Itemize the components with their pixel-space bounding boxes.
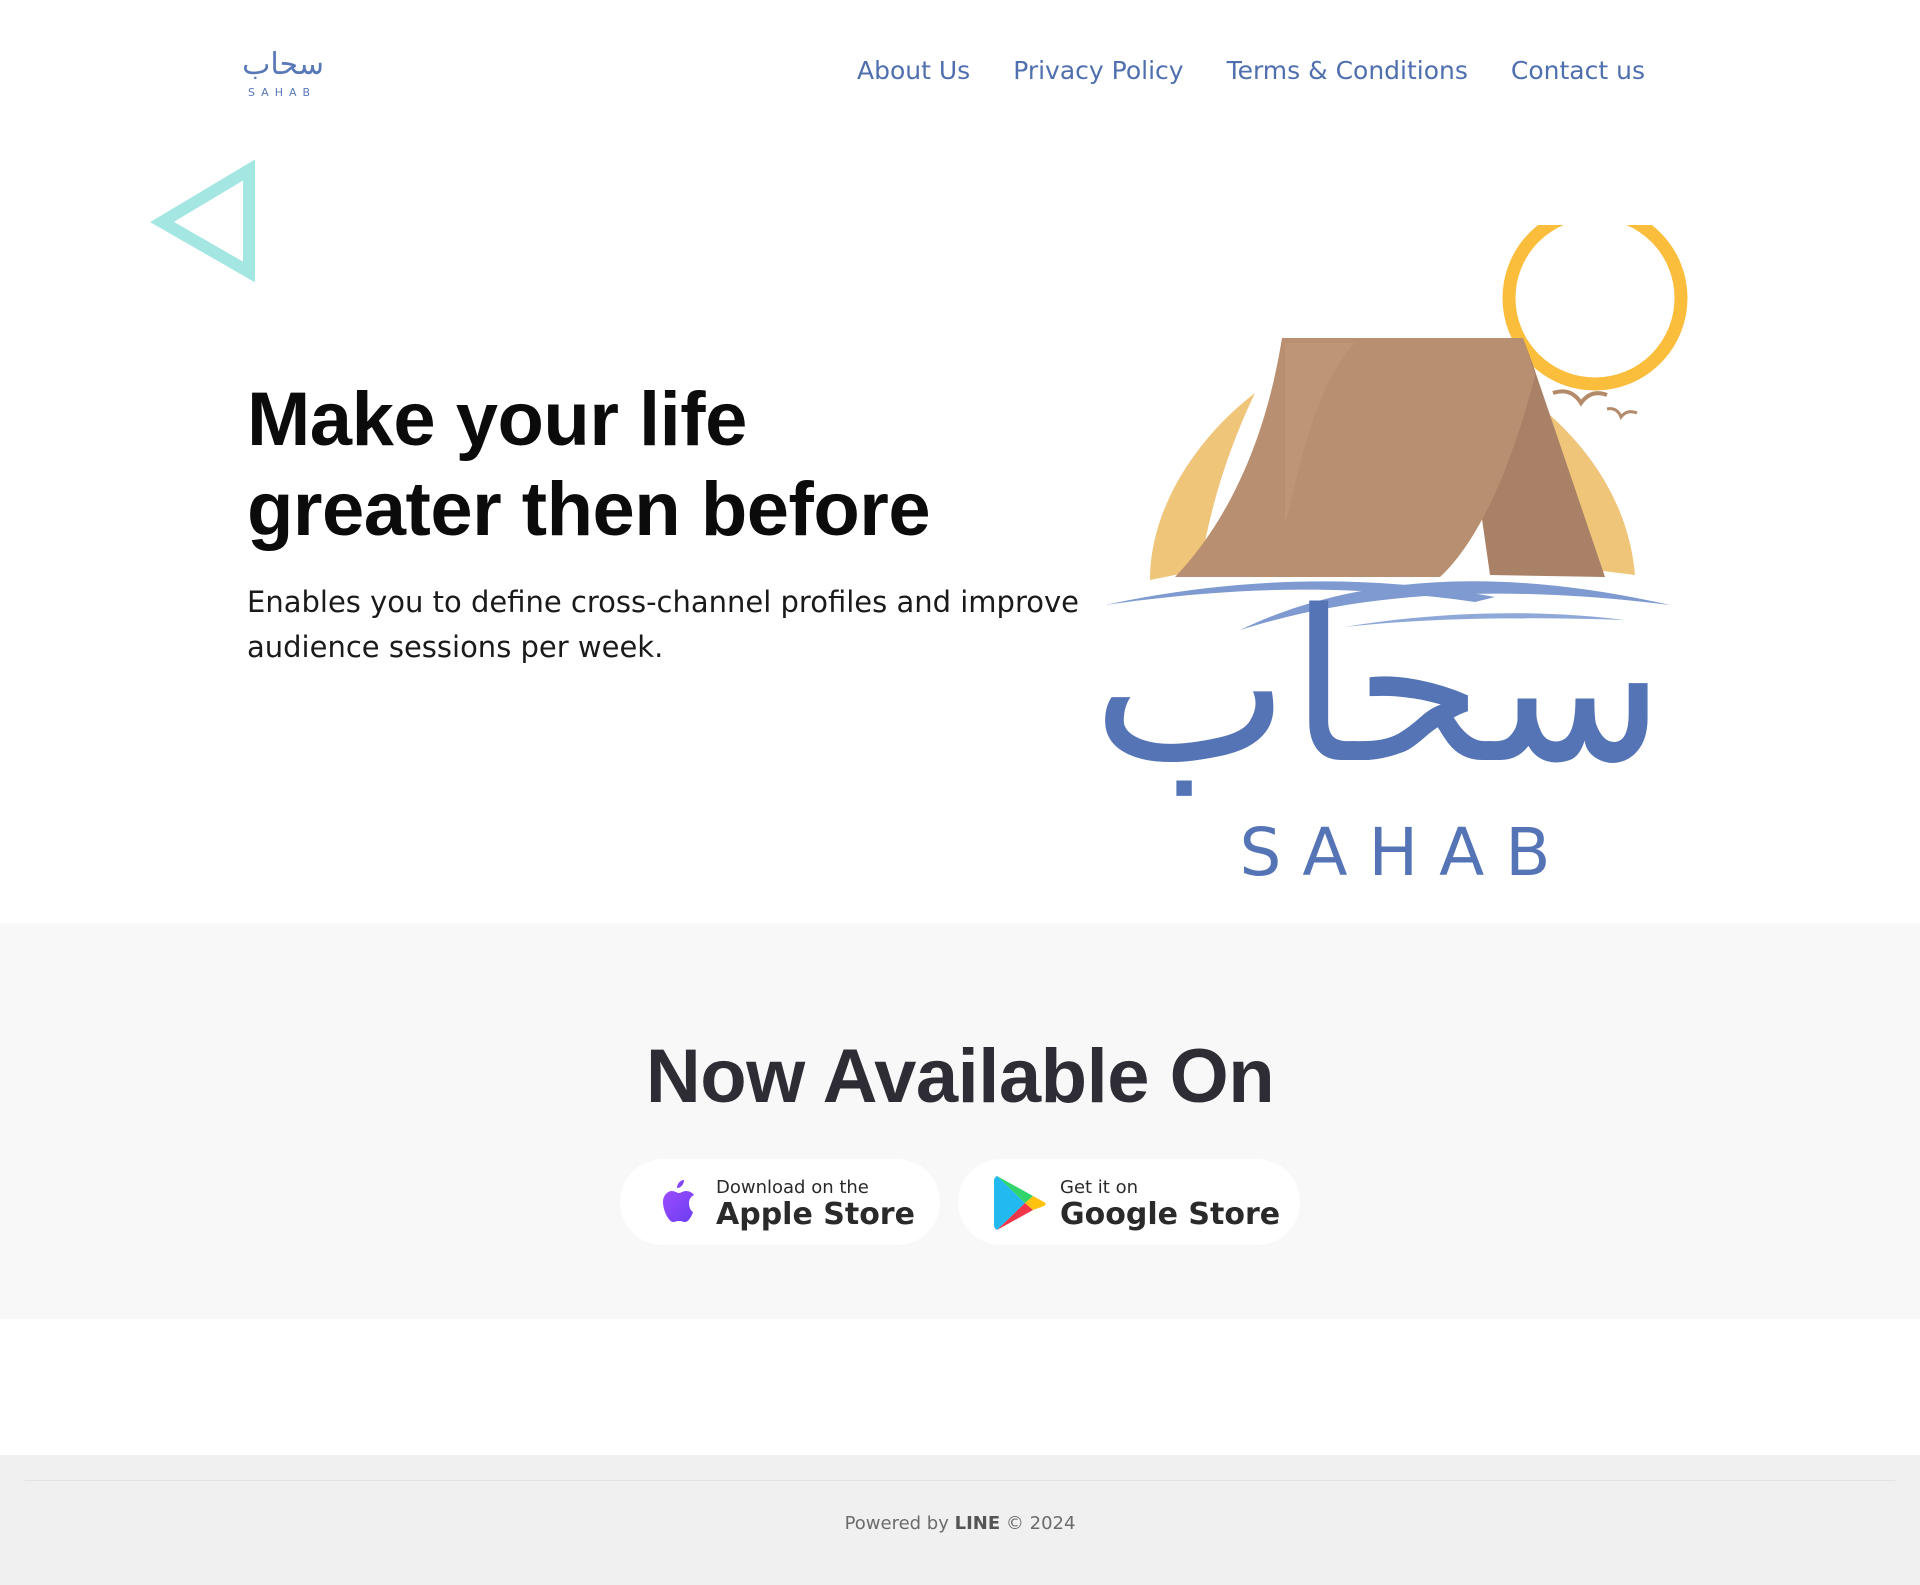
apple-store-button[interactable]: Download on the Apple Store <box>620 1159 940 1245</box>
nav-privacy-policy[interactable]: Privacy Policy <box>1013 56 1183 85</box>
footer-divider <box>25 1480 1895 1481</box>
google-store-label: Google Store <box>1060 1197 1281 1232</box>
bird-shape <box>1606 407 1638 421</box>
art-arabic-wordmark: سحاب <box>1095 565 1665 810</box>
google-play-icon <box>994 1176 1046 1230</box>
google-store-button[interactable]: Get it on Google Store <box>958 1159 1300 1245</box>
availability-section: Now Available On Download on the Apple S… <box>0 923 1920 1319</box>
site-logo[interactable]: سحاب SAHAB <box>236 44 326 102</box>
hero-title-line-1: Make your life <box>247 377 747 462</box>
footer-credit: Powered by LINE © 2024 <box>0 1513 1920 1534</box>
sun-shape <box>1502 225 1688 391</box>
footer-brand[interactable]: LINE <box>955 1513 1001 1534</box>
apple-store-small-label: Download on the <box>716 1177 869 1198</box>
hero-title-line-2: greater then before <box>247 467 931 552</box>
availability-heading: Now Available On <box>645 1034 1275 1119</box>
site-footer: Powered by LINE © 2024 <box>0 1455 1920 1585</box>
footer-copyright: © 2024 <box>1005 1513 1076 1534</box>
logo-arabic-wordmark: سحاب <box>242 47 324 82</box>
svg-text:سحاب: سحاب <box>242 47 324 82</box>
apple-icon <box>663 1180 694 1222</box>
sahab-brand-illustration: سحاب S A H A B <box>1095 225 1688 891</box>
google-store-small-label: Get it on <box>1060 1177 1139 1198</box>
footer-prefix: Powered by <box>844 1513 949 1534</box>
nav-terms-conditions[interactable]: Terms & Conditions <box>1227 56 1468 85</box>
tent-shape <box>1175 338 1535 577</box>
art-latin-wordmark: S A H A B <box>1239 814 1550 891</box>
main-nav: About Us Privacy Policy Terms & Conditio… <box>857 56 1645 85</box>
bird-shape <box>1552 389 1608 407</box>
triangle-decoration <box>150 160 255 282</box>
hero-title: Make your life greater then before <box>247 375 1107 555</box>
site-header: سحاب SAHAB About Us Privacy Policy Terms… <box>0 0 1920 130</box>
logo-latin-wordmark: SAHAB <box>248 86 317 99</box>
apple-store-label: Apple Store <box>716 1197 915 1232</box>
hero-section: Make your life greater then before Enabl… <box>0 130 1920 923</box>
nav-contact-us[interactable]: Contact us <box>1511 56 1645 85</box>
hero-subtitle: Enables you to define cross-channel prof… <box>247 585 1079 664</box>
nav-about-us[interactable]: About Us <box>857 56 970 85</box>
